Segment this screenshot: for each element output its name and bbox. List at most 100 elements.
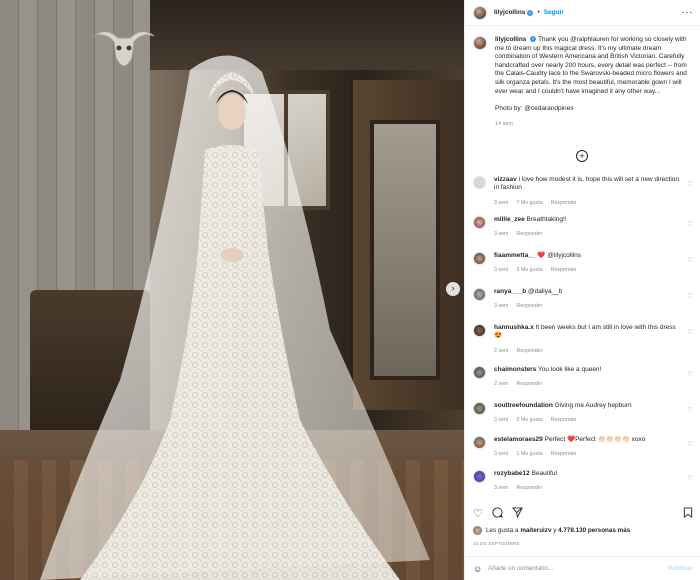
chevron-right-icon[interactable]: › bbox=[446, 282, 460, 296]
load-more-comments-button[interactable]: + bbox=[576, 150, 588, 162]
heart-icon[interactable]: ♡ bbox=[687, 220, 693, 228]
post-header: lilyjcollins ✓ • Seguir ··· bbox=[465, 0, 700, 26]
comment-text: Beautiful bbox=[531, 470, 557, 477]
comment-item: rozybabe12 Beautiful 3 sem Responder ♡ bbox=[473, 470, 695, 502]
post-date: 15 DE SEPTIEMBRE bbox=[473, 541, 520, 546]
reply-button[interactable]: Responder bbox=[516, 485, 542, 491]
comment-item: millie_zee Breathtaking!! 3 sem Responder… bbox=[473, 216, 695, 252]
comment-age[interactable]: 2 sem bbox=[494, 348, 508, 354]
comment-likes[interactable]: 1 Me gusta bbox=[516, 451, 542, 457]
likes-summary[interactable]: Les gusta a maiteruizv y 4.778.130 perso… bbox=[473, 526, 630, 535]
comment-age[interactable]: 3 sem bbox=[494, 451, 508, 457]
avatar[interactable] bbox=[473, 288, 486, 301]
comment-item: vizzaav i love how modest it is, hope th… bbox=[473, 176, 695, 216]
comment-icon[interactable] bbox=[492, 507, 503, 521]
comment-item: ranya___b @daliya__b 3 sem Responder ♡ bbox=[473, 288, 695, 324]
avatar[interactable] bbox=[473, 176, 486, 189]
reply-button[interactable]: Responder bbox=[516, 231, 542, 237]
verified-badge-icon: ✓ bbox=[527, 9, 534, 16]
avatar[interactable] bbox=[473, 402, 486, 415]
avatar[interactable] bbox=[473, 36, 487, 50]
comment-username[interactable]: ranya___b bbox=[494, 288, 526, 295]
reply-button[interactable]: Responder bbox=[551, 267, 577, 273]
post-photo[interactable]: › bbox=[0, 0, 464, 580]
avatar[interactable] bbox=[473, 252, 486, 265]
comment-age[interactable]: 3 sem bbox=[494, 200, 508, 206]
comments-list: vizzaav i love how modest it is, hope th… bbox=[473, 176, 695, 502]
reply-button[interactable]: Responder bbox=[551, 451, 577, 457]
post-details-panel: lilyjcollins ✓ • Seguir ··· lilyjcollins… bbox=[464, 0, 700, 580]
reply-button[interactable]: Responder bbox=[551, 417, 577, 423]
comment-item: fiaammetta__ ❤️ @lilyjcollins 3 sem 3 Me … bbox=[473, 252, 695, 288]
heart-icon[interactable]: ♡ bbox=[687, 180, 693, 188]
heart-icon[interactable]: ♡ bbox=[687, 256, 693, 264]
heart-icon[interactable]: ♡ bbox=[687, 440, 693, 448]
heart-icon[interactable]: ♡ bbox=[687, 474, 693, 482]
comment-age[interactable]: 3 sem bbox=[494, 267, 508, 273]
add-comment-bar: ☺ Publicar bbox=[465, 556, 700, 580]
likes-user[interactable]: maiteruizv bbox=[520, 527, 551, 534]
photo-credit: Photo by: @cedarandpines bbox=[495, 104, 574, 112]
comment-username[interactable]: soultreefoundation bbox=[494, 402, 553, 409]
reply-button[interactable]: Responder bbox=[551, 200, 577, 206]
comment-text: Breathtaking!! bbox=[526, 216, 567, 223]
comment-likes[interactable]: 2 Me gusta bbox=[516, 417, 542, 423]
comment-item: estelamoraes29 Perfect ❤️Perfect 👏🏻👏🏻👏🏻👏… bbox=[473, 436, 695, 470]
comment-age[interactable]: 3 sem bbox=[494, 303, 508, 309]
reply-button[interactable]: Responder bbox=[516, 303, 542, 309]
comment-username[interactable]: estelamoraes29 bbox=[494, 436, 543, 443]
comment-text: @daliya__b bbox=[527, 288, 563, 295]
avatar[interactable] bbox=[473, 366, 486, 379]
comment-input[interactable] bbox=[488, 565, 649, 572]
follow-button[interactable]: Seguir bbox=[544, 9, 564, 16]
comment-text: You look like a queen! bbox=[537, 366, 602, 373]
avatar[interactable] bbox=[473, 324, 486, 337]
comment-likes[interactable]: 3 Me gusta bbox=[516, 267, 542, 273]
comment-username[interactable]: hannushka.x bbox=[494, 324, 534, 331]
bookmark-icon[interactable] bbox=[683, 507, 693, 521]
post-actions-bar: ♡ bbox=[473, 507, 693, 521]
comment-username[interactable]: rozybabe12 bbox=[494, 470, 530, 477]
likes-count[interactable]: 4.778.130 personas más bbox=[558, 527, 630, 534]
comment-text: Perfect ❤️Perfect 👏🏻👏🏻👏🏻👏🏻 xoxo bbox=[544, 436, 646, 443]
comment-age[interactable]: 3 sem bbox=[494, 231, 508, 237]
heart-icon[interactable]: ♡ bbox=[687, 292, 693, 300]
likes-prefix: Les gusta a bbox=[486, 527, 519, 534]
publish-button[interactable]: Publicar bbox=[668, 565, 693, 572]
comment-username[interactable]: chaimonsters bbox=[494, 366, 536, 373]
comment-age[interactable]: 2 sem bbox=[494, 381, 508, 387]
reply-button[interactable]: Responder bbox=[516, 381, 542, 387]
caption-username[interactable]: lilyjcollins bbox=[495, 36, 526, 43]
post-caption: lilyjcollins ✓ Thank you @ralphlauren fo… bbox=[473, 36, 693, 129]
separator-dot: • bbox=[537, 9, 540, 16]
likes-conjunction: y bbox=[553, 527, 557, 534]
avatar[interactable] bbox=[473, 216, 486, 229]
avatar[interactable] bbox=[473, 5, 487, 20]
emoji-icon[interactable]: ☺ bbox=[473, 564, 482, 574]
comment-text: Giving me Audrey hepburn bbox=[554, 402, 632, 409]
more-horizontal-icon[interactable]: ··· bbox=[682, 7, 694, 18]
caption-timestamp[interactable]: 14 sem bbox=[495, 120, 693, 129]
post-username[interactable]: lilyjcollins bbox=[494, 9, 525, 16]
comment-username[interactable]: vizzaav bbox=[494, 176, 517, 183]
heart-icon[interactable]: ♡ bbox=[687, 328, 693, 336]
comment-age[interactable]: 3 sem bbox=[494, 485, 508, 491]
heart-icon[interactable]: ♡ bbox=[473, 508, 483, 520]
comment-username[interactable]: millie_zee bbox=[494, 216, 525, 223]
verified-badge-icon: ✓ bbox=[530, 36, 537, 43]
heart-icon[interactable]: ♡ bbox=[687, 406, 693, 414]
comment-item: soultreefoundation Giving me Audrey hepb… bbox=[473, 402, 695, 436]
comment-likes[interactable]: 7 Me gusta bbox=[516, 200, 542, 206]
caption-text: Thank you @ralphlauren for working so cl… bbox=[495, 36, 687, 95]
bride-in-lace-gown bbox=[40, 55, 430, 580]
comment-age[interactable]: 3 sem bbox=[494, 417, 508, 423]
send-icon[interactable] bbox=[511, 507, 523, 521]
comment-item: hannushka.x It been weeks but I am still… bbox=[473, 324, 695, 366]
avatar[interactable] bbox=[473, 470, 486, 483]
avatar[interactable] bbox=[473, 436, 486, 449]
comment-text: i love how modest it is, hope this will … bbox=[494, 176, 680, 192]
heart-icon[interactable]: ♡ bbox=[687, 370, 693, 378]
comment-username[interactable]: fiaammetta__ bbox=[494, 252, 536, 259]
reply-button[interactable]: Responder bbox=[516, 348, 542, 354]
comment-item: chaimonsters You look like a queen! 2 se… bbox=[473, 366, 695, 402]
